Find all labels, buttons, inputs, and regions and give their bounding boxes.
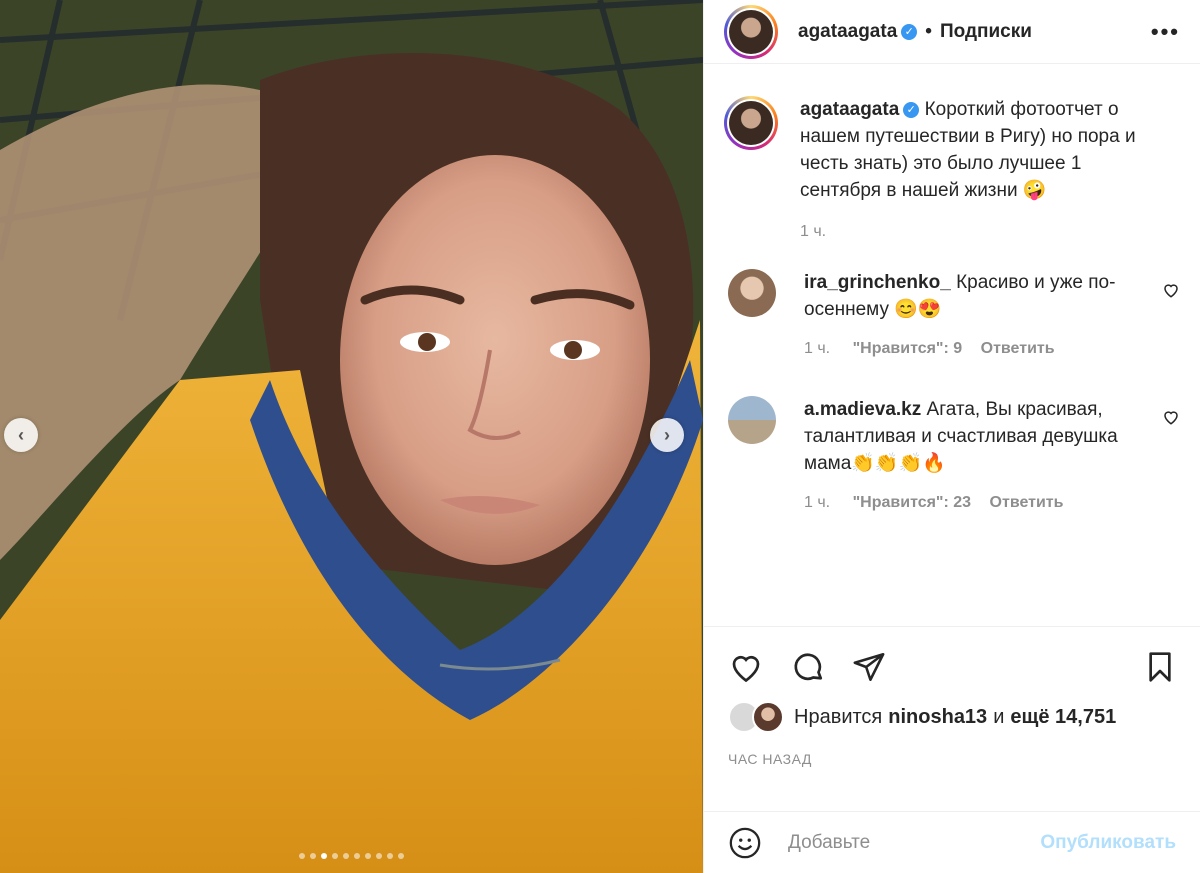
next-slide-button[interactable]: › (650, 418, 684, 452)
carousel-dot (354, 853, 360, 859)
commenter-avatar[interactable] (728, 269, 776, 317)
chevron-right-icon: › (664, 425, 670, 445)
likes-prefix: Нравится (794, 705, 883, 728)
carousel-dot (387, 853, 393, 859)
comment-likes[interactable]: "Нравится": 9 (853, 340, 963, 357)
author-username[interactable]: agataagata (798, 21, 897, 43)
selfie-image (0, 0, 703, 873)
likes-count[interactable]: ещё 14,751 (1010, 706, 1116, 729)
reply-button[interactable]: Ответить (981, 340, 1055, 357)
carousel-dots (0, 853, 703, 859)
share-icon[interactable] (852, 650, 886, 684)
comment-heart-icon[interactable] (1162, 408, 1180, 426)
commenter-avatar[interactable] (728, 396, 776, 444)
caption-author-avatar[interactable] (724, 96, 778, 150)
separator-dot: • (925, 20, 932, 42)
likes-and: и (993, 705, 1005, 728)
commenter-username[interactable]: a.madieva.kz (804, 399, 921, 420)
comment-heart-icon[interactable] (1162, 281, 1180, 299)
comments-list[interactable]: agataagata ✓ Короткий фотоотчет о нашем п… (704, 64, 1200, 626)
liker-avatar (752, 701, 784, 733)
chevron-left-icon: ‹ (18, 425, 24, 445)
carousel-dot (343, 853, 349, 859)
verified-badge-icon: ✓ (901, 23, 918, 40)
caption-row: agataagata ✓ Короткий фотоотчет о нашем п… (724, 96, 1180, 245)
prev-slide-button[interactable]: ‹ (4, 418, 38, 452)
likes-user[interactable]: ninosha13 (888, 706, 987, 729)
heart-icon[interactable] (728, 649, 764, 685)
carousel-dot (365, 853, 371, 859)
comment-input[interactable] (786, 830, 1041, 855)
author-avatar[interactable] (724, 4, 778, 59)
carousel-dot (332, 853, 338, 859)
carousel-dot (321, 853, 327, 859)
emoji-icon[interactable] (728, 826, 762, 860)
carousel-dot (398, 853, 404, 859)
verified-badge-icon: ✓ (903, 101, 920, 118)
post-side-panel: agataagata ✓ • Подписки ••• agataagata ✓ … (703, 0, 1200, 873)
likes-summary[interactable]: Нравится ninosha13 и ещё 14,751 (728, 701, 1176, 733)
commenter-username[interactable]: ira_grinchenko_ (804, 272, 951, 293)
carousel-dot (310, 853, 316, 859)
comment-row: a.madieva.kz Агата, Вы красивая, талантл… (724, 396, 1180, 516)
post-timestamp[interactable]: ЧАС НАЗАД (728, 751, 1176, 767)
post-photo[interactable]: ‹ › (0, 0, 703, 873)
caption-time: 1 ч. (800, 223, 827, 240)
comment-icon[interactable] (790, 649, 826, 685)
comment-time: 1 ч. (804, 494, 831, 511)
more-options-icon[interactable]: ••• (1151, 19, 1180, 45)
carousel-dot (376, 853, 382, 859)
publish-button[interactable]: Опубликовать (1040, 832, 1176, 854)
carousel-dot (299, 853, 305, 859)
post-actions: Нравится ninosha13 и ещё 14,751 ЧАС НАЗА… (704, 626, 1200, 767)
bookmark-icon[interactable] (1144, 650, 1176, 684)
comment-row: ira_grinchenko_ Красиво и уже по-осеннем… (724, 269, 1180, 362)
comment-time: 1 ч. (804, 340, 831, 357)
following-button[interactable]: Подписки (940, 21, 1032, 43)
caption-author-username[interactable]: agataagata (800, 99, 899, 120)
reply-button[interactable]: Ответить (990, 494, 1064, 511)
add-comment-bar: Опубликовать (704, 811, 1200, 873)
post-header: agataagata ✓ • Подписки ••• (704, 0, 1200, 64)
comment-likes[interactable]: "Нравится": 23 (853, 494, 972, 511)
